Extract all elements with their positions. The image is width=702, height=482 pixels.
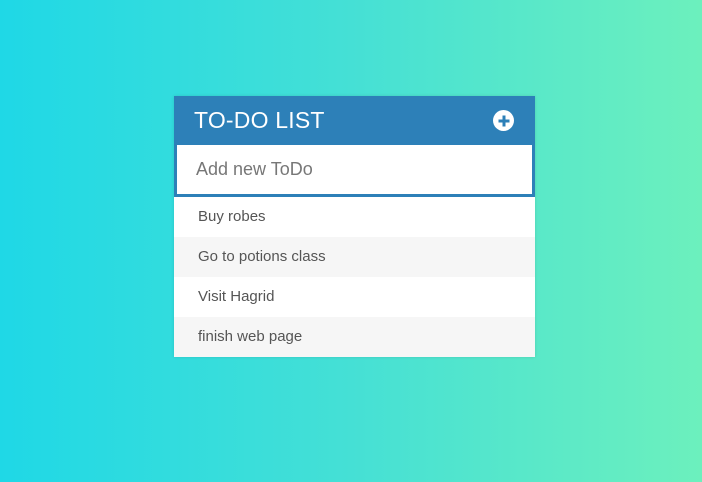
page-title: TO-DO LIST [194, 107, 325, 133]
todo-item-buy-robes[interactable]: Buy robes [174, 197, 535, 237]
todo-input-wrapper [174, 145, 535, 197]
todo-card: TO-DO LIST Buy robes Go to potions class… [174, 96, 535, 357]
todo-list: Buy robes Go to potions class Visit Hagr… [174, 197, 535, 357]
todo-item-go-to-potions-class[interactable]: Go to potions class [174, 237, 535, 277]
todo-item-finish-web-page[interactable]: finish web page [174, 317, 535, 357]
plus-circle-icon[interactable] [493, 110, 514, 131]
new-todo-input[interactable] [177, 145, 532, 194]
todo-item-visit-hagrid[interactable]: Visit Hagrid [174, 277, 535, 317]
todo-header: TO-DO LIST [174, 96, 535, 145]
